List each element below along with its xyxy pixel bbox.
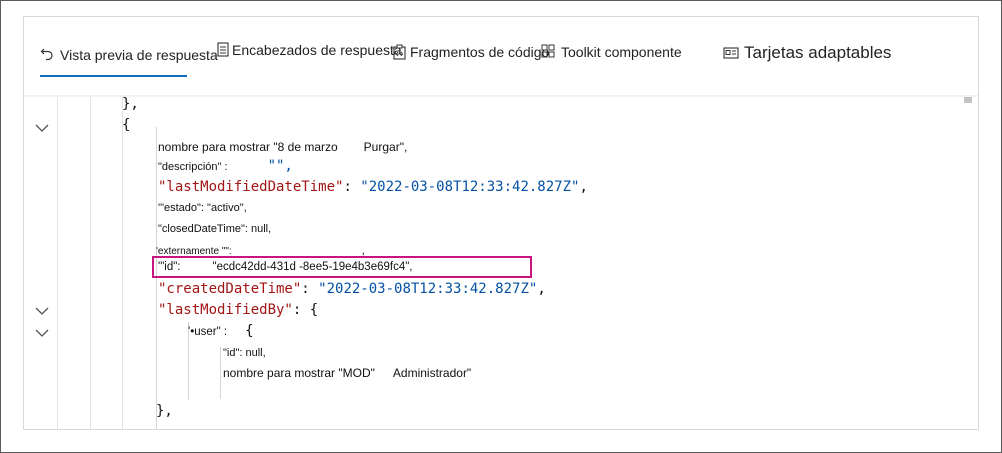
code-line: '•user" :{ — [188, 323, 254, 339]
tab-label: Tarjetas adaptables — [744, 43, 892, 62]
gutter-divider — [57, 97, 58, 429]
tab-adaptive-cards[interactable]: Tarjetas adaptables — [723, 43, 891, 63]
code-line: "closedDateTime": null, — [158, 223, 272, 235]
fold-chevron-icon[interactable] — [35, 325, 51, 337]
gutter-divider — [90, 97, 91, 429]
code-line: { — [122, 117, 131, 133]
code-line: "id": null, — [223, 347, 266, 359]
code-line: }, — [122, 96, 139, 112]
tab-response-headers[interactable]: Encabezados de respuesta — [216, 42, 402, 58]
undo-arrow-icon — [40, 47, 56, 63]
component-grid-icon — [541, 44, 557, 60]
code-line: '"estado": "activo", — [158, 202, 247, 214]
tab-response-preview[interactable]: Vista previa de respuesta — [40, 47, 218, 63]
code-line: nombre para mostrar "8 de marzo Purgar", — [158, 140, 408, 154]
code-snippet-icon — [392, 44, 408, 60]
graph-explorer-response-panel: Vista previa de respuesta Encabezados de… — [23, 16, 979, 430]
tab-label: Toolkit componente — [561, 44, 682, 60]
response-tab-bar: Vista previa de respuesta Encabezados de… — [24, 17, 978, 97]
code-line: nombre para mostrar "MOD" Administrador" — [223, 366, 472, 380]
code-line: "createdDateTime": "2022-03-08T12:33:42.… — [158, 281, 546, 297]
code-line: "lastModifiedDateTime": "2022-03-08T12:3… — [158, 179, 588, 195]
tab-label: Encabezados de respuesta — [232, 42, 402, 58]
tab-label: Fragmentos de código — [410, 44, 550, 60]
document-list-icon — [216, 42, 232, 58]
fold-chevron-icon[interactable] — [35, 120, 51, 132]
indent-guide — [122, 97, 123, 429]
code-line: "lastModifiedBy": { — [158, 302, 319, 318]
card-icon — [723, 45, 739, 61]
vertical-scrollbar-thumb[interactable] — [964, 97, 972, 103]
indent-guide — [220, 347, 221, 399]
fold-chevron-icon[interactable] — [35, 303, 51, 315]
tab-code-snippets[interactable]: Fragmentos de código — [392, 44, 549, 60]
code-line: "descripción" : "", — [158, 158, 293, 174]
code-line-id: '"id": "ecdc42dd-431d -8ee5-19e4b3e69fc4"… — [158, 261, 413, 273]
code-line: }, — [156, 403, 173, 419]
tab-label: Vista previa de respuesta — [60, 47, 218, 63]
tab-toolkit-component[interactable]: Toolkit componente — [541, 44, 682, 60]
indent-guide — [156, 127, 157, 429]
active-tab-underline — [40, 75, 187, 77]
